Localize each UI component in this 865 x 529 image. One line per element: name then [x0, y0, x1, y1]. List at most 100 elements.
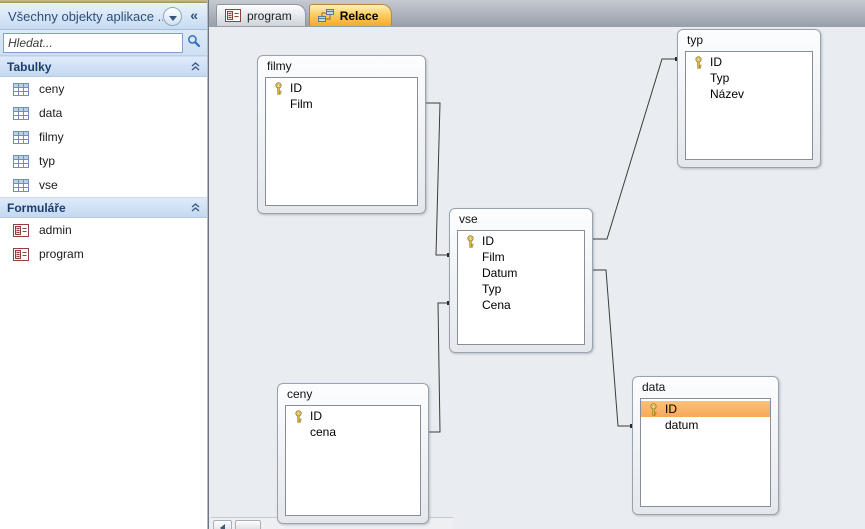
relationships-canvas[interactable]: filmyIDFilmtypIDTypNázevvseIDFilmDatumTy…	[209, 26, 865, 529]
field-vse-ID[interactable]: ID	[458, 233, 584, 249]
field-name: Film	[482, 250, 505, 264]
form-icon	[13, 248, 33, 261]
entity-filmy[interactable]: filmy ID Film	[257, 55, 426, 214]
primary-key-icon	[648, 403, 660, 416]
field-vse-Typ[interactable]: Typ	[458, 281, 584, 297]
field-ceny-ID[interactable]: ID	[286, 408, 420, 424]
entity-field-list: ID cena	[285, 405, 421, 516]
field-name: cena	[310, 425, 336, 439]
field-typ-ID[interactable]: ID	[686, 54, 812, 70]
field-name: Film	[290, 97, 313, 111]
primary-key-icon	[465, 235, 477, 248]
field-data-datum[interactable]: datum	[641, 417, 770, 433]
tab-program[interactable]: program	[216, 4, 306, 26]
field-name: Typ	[482, 282, 501, 296]
entity-title[interactable]: filmy	[267, 59, 292, 73]
entity-field-list: ID TypNázev	[685, 51, 813, 160]
relationships-icon	[318, 9, 334, 23]
field-vse-Datum[interactable]: Datum	[458, 265, 584, 281]
sidebar-item-vse[interactable]: vse	[0, 173, 207, 197]
scroll-left-button[interactable]	[213, 520, 232, 529]
search-bar	[0, 30, 207, 56]
field-typ-Typ[interactable]: Typ	[686, 70, 812, 86]
access-window: Všechny objekty aplikace ... « Tabulky c…	[0, 0, 865, 529]
chevrons-up-icon[interactable]	[191, 203, 200, 212]
sidebar-item-typ[interactable]: typ	[0, 149, 207, 173]
field-filmy-Film[interactable]: Film	[266, 96, 417, 112]
sidebar-item-ceny[interactable]: ceny	[0, 77, 207, 101]
field-name: ID	[290, 81, 302, 95]
document-tab-bar: program Relace	[209, 0, 865, 26]
field-name: Datum	[482, 266, 517, 280]
field-typ-Název[interactable]: Název	[686, 86, 812, 102]
table-icon	[13, 155, 33, 168]
sidebar-item-label: admin	[39, 223, 72, 237]
primary-key-icon	[693, 56, 705, 69]
relation-line-vse-typ[interactable]	[591, 59, 677, 239]
entity-title[interactable]: data	[642, 380, 665, 394]
field-data-ID[interactable]: ID	[641, 401, 770, 417]
chevrons-left-icon: «	[190, 7, 198, 23]
sidebar-item-label: vse	[39, 178, 58, 192]
primary-key-icon	[293, 410, 305, 423]
search-button[interactable]	[183, 34, 204, 51]
field-name: ID	[482, 234, 494, 248]
sidebar-item-label: ceny	[39, 82, 64, 96]
field-name: datum	[665, 418, 698, 432]
sidebar-item-label: filmy	[39, 130, 64, 144]
field-vse-Film[interactable]: Film	[458, 249, 584, 265]
sidebar-item-program[interactable]: program	[0, 242, 207, 266]
entity-vse[interactable]: vse ID Film Datum Typ Cena	[449, 208, 593, 353]
triangle-left-icon	[220, 524, 225, 529]
sidebar-item-data[interactable]: data	[0, 101, 207, 125]
tab-label: program	[247, 9, 292, 23]
navigation-pane: Všechny objekty aplikace ... « Tabulky c…	[0, 0, 208, 529]
nav-menu-dropdown-button[interactable]	[163, 7, 182, 26]
tab-label: Relace	[340, 9, 379, 23]
sidebar-item-admin[interactable]: admin	[0, 218, 207, 242]
section-label: Formuláře	[7, 201, 66, 215]
relation-line-filmy-vse[interactable]	[424, 103, 449, 255]
sidebar-item-filmy[interactable]: filmy	[0, 125, 207, 149]
shutter-bar-close-button[interactable]: «	[187, 7, 203, 25]
form-icon	[225, 9, 241, 22]
chevrons-up-icon[interactable]	[191, 62, 200, 71]
section-header-forms[interactable]: Formuláře	[0, 197, 207, 218]
navigation-pane-header[interactable]: Všechny objekty aplikace ... «	[0, 3, 207, 30]
navigation-pane-title: Všechny objekty aplikace ...	[8, 9, 163, 24]
entity-field-list: ID Film Datum Typ Cena	[457, 230, 585, 345]
entity-title[interactable]: ceny	[287, 387, 312, 401]
entity-ceny[interactable]: ceny ID cena	[277, 383, 429, 524]
search-input[interactable]	[3, 33, 183, 53]
search-icon	[187, 34, 201, 51]
tab-relace[interactable]: Relace	[309, 4, 393, 26]
relation-line-vse-data[interactable]	[591, 270, 632, 426]
field-name: ID	[665, 402, 677, 416]
field-name: ID	[310, 409, 322, 423]
field-ceny-cena[interactable]: cena	[286, 424, 420, 440]
field-name: Cena	[482, 298, 511, 312]
table-icon	[13, 83, 33, 96]
section-header-tables[interactable]: Tabulky	[0, 56, 207, 77]
entity-typ[interactable]: typ ID TypNázev	[677, 29, 821, 168]
entity-title[interactable]: vse	[459, 212, 478, 226]
entity-title[interactable]: typ	[687, 33, 703, 47]
field-name: Typ	[710, 71, 729, 85]
document-area: program Relace filmyIDFilmtypIDTypNázevv…	[208, 0, 865, 529]
form-icon	[13, 224, 33, 237]
field-filmy-ID[interactable]: ID	[266, 80, 417, 96]
sidebar-item-label: program	[39, 247, 84, 261]
section-label: Tabulky	[7, 60, 51, 74]
table-icon	[13, 131, 33, 144]
sidebar-item-label: typ	[39, 154, 55, 168]
field-vse-Cena[interactable]: Cena	[458, 297, 584, 313]
entity-data[interactable]: dataID datum	[632, 376, 779, 515]
primary-key-icon	[273, 82, 285, 95]
relation-line-ceny-vse[interactable]	[427, 303, 449, 432]
scrollbar-thumb[interactable]	[235, 520, 261, 529]
field-name: ID	[710, 55, 722, 69]
entity-field-list: ID datum	[640, 398, 771, 507]
sidebar-item-label: data	[39, 106, 62, 120]
chevron-down-icon	[169, 9, 177, 24]
table-icon	[13, 107, 33, 120]
